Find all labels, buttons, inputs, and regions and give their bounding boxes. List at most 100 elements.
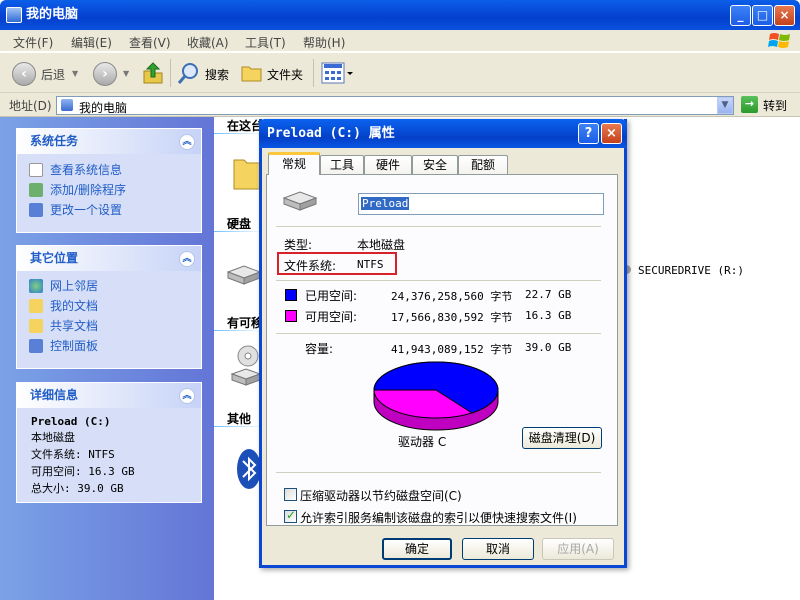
up-folder-icon[interactable]: [142, 61, 164, 85]
cd-drive-icon[interactable]: [230, 344, 262, 390]
back-button-label[interactable]: 后退: [41, 66, 65, 83]
network-places-icon: [29, 279, 43, 293]
details-panel: 详细信息 ︽ Preload (C:) 本地磁盘 文件系统: NTFS 可用空间…: [16, 382, 202, 503]
toolbar-separator: [313, 59, 314, 87]
window-title: 我的电脑: [26, 7, 79, 22]
free-space-swatch: [285, 310, 297, 322]
group-divider: [214, 330, 264, 331]
views-icon[interactable]: [321, 62, 355, 84]
link-add-remove-programs[interactable]: 添加/删除程序: [29, 182, 126, 198]
drive-icon: [282, 191, 318, 211]
menu-file[interactable]: 文件(F): [13, 34, 53, 51]
used-space-bytes: 24,376,258,560 字节: [391, 290, 513, 303]
apply-button[interactable]: 应用(A): [542, 538, 614, 560]
menu-view[interactable]: 查看(V): [129, 34, 171, 51]
group-header-files: 在这台: [227, 119, 264, 133]
control-panel-icon: [29, 339, 43, 353]
group-divider: [214, 133, 264, 134]
details-filesystem: 文件系统: NTFS: [31, 448, 115, 461]
link-network-places[interactable]: 网上邻居: [29, 278, 98, 294]
compress-label[interactable]: 压缩驱动器以节约磁盘空间(C): [300, 487, 462, 504]
windows-logo-icon: [768, 33, 790, 48]
menu-edit[interactable]: 编辑(E): [71, 34, 112, 51]
control-panel-icon: [29, 203, 43, 217]
index-checkbox[interactable]: [284, 508, 297, 523]
filesystem-value: NTFS: [357, 258, 384, 271]
collapse-chevron-icon[interactable]: ︽: [179, 251, 195, 267]
shared-documents-icon: [29, 319, 43, 333]
hard-disk-icon[interactable]: [226, 258, 262, 290]
cancel-button[interactable]: 取消: [462, 538, 534, 560]
ok-button[interactable]: 确定: [382, 538, 452, 560]
details-total-size: 总大小: 39.0 GB: [31, 482, 124, 495]
system-info-icon: [29, 163, 43, 177]
collapse-chevron-icon[interactable]: ︽: [179, 388, 195, 404]
toolbar: ‹ 后退 ▼ › ▼ 搜索 文件夹: [0, 53, 800, 93]
menu-tools[interactable]: 工具(T): [245, 34, 286, 51]
my-documents-icon: [29, 299, 43, 313]
link-shared-documents[interactable]: 共享文档: [29, 318, 98, 334]
separator: [276, 280, 601, 281]
back-icon[interactable]: ‹: [12, 62, 36, 86]
go-arrow-icon[interactable]: →: [741, 96, 758, 113]
shared-folder-icon[interactable]: [232, 152, 262, 192]
capacity-bytes: 41,943,089,152 字节: [391, 343, 513, 356]
forward-dropdown-icon[interactable]: ▼: [123, 69, 129, 78]
maximize-button[interactable]: □: [752, 5, 773, 26]
index-label[interactable]: 允许索引服务编制该磁盘的索引以便快速搜索文件(I): [300, 509, 577, 526]
free-space-label: 可用空间:: [305, 310, 358, 324]
folders-button-label[interactable]: 文件夹: [267, 66, 303, 83]
other-places-panel: 其它位置 ︽ 网上邻居 我的文档 共享文档 控制面板: [16, 245, 202, 369]
address-value: 我的电脑: [79, 101, 128, 115]
other-places-header[interactable]: 其它位置 ︽: [17, 246, 201, 271]
tab-general[interactable]: 常规: [268, 152, 320, 175]
close-button[interactable]: ×: [774, 5, 795, 26]
window-title-bar[interactable]: 我的电脑 _ □ ×: [0, 0, 800, 30]
tab-quota[interactable]: 配额: [458, 155, 508, 174]
minimize-button[interactable]: _: [730, 5, 751, 26]
address-dropdown-icon[interactable]: ▼: [717, 97, 733, 114]
folders-icon[interactable]: [240, 62, 264, 84]
type-value: 本地磁盘: [357, 238, 406, 252]
group-header-other: 其他: [227, 412, 252, 426]
dialog-title[interactable]: Preload (C:) 属性: [259, 119, 627, 148]
address-input[interactable]: 我的电脑: [56, 96, 734, 115]
help-button[interactable]: ?: [578, 123, 599, 144]
securedrive-label[interactable]: SECUREDRIVE (R:): [638, 264, 744, 277]
menu-favorites[interactable]: 收藏(A): [187, 34, 229, 51]
group-header-removable: 有可移: [227, 316, 264, 330]
tab-tools[interactable]: 工具: [320, 155, 364, 174]
used-space-gb: 22.7 GB: [525, 288, 572, 301]
disk-cleanup-button[interactable]: 磁盘清理(D): [522, 427, 602, 449]
used-space-swatch: [285, 289, 297, 301]
compress-checkbox[interactable]: [284, 488, 297, 501]
tab-security[interactable]: 安全: [412, 155, 458, 174]
link-change-setting[interactable]: 更改一个设置: [29, 202, 122, 218]
search-icon[interactable]: [177, 61, 201, 85]
toolbar-separator: [170, 59, 171, 87]
details-header[interactable]: 详细信息 ︽: [17, 383, 201, 408]
used-space-label: 已用空间:: [305, 289, 358, 303]
collapse-chevron-icon[interactable]: ︽: [179, 134, 195, 150]
add-remove-programs-icon: [29, 183, 43, 197]
details-free-space: 可用空间: 16.3 GB: [31, 465, 135, 478]
link-view-system-info[interactable]: 查看系统信息: [29, 162, 122, 178]
search-button-label[interactable]: 搜索: [205, 66, 229, 83]
drive-label: 驱动器 C: [398, 435, 447, 449]
dialog-close-button[interactable]: ×: [601, 123, 622, 144]
system-tasks-header[interactable]: 系统任务 ︽: [17, 129, 201, 154]
free-space-bytes: 17,566,830,592 字节: [391, 311, 513, 324]
tab-hardware[interactable]: 硬件: [364, 155, 412, 174]
back-dropdown-icon[interactable]: ▼: [72, 69, 78, 78]
link-control-panel[interactable]: 控制面板: [29, 338, 98, 354]
volume-label-value: Preload: [361, 197, 410, 210]
forward-icon[interactable]: ›: [93, 62, 117, 86]
my-computer-icon: [6, 7, 22, 23]
capacity-label: 容量:: [305, 342, 334, 356]
separator: [276, 226, 601, 227]
go-button-label[interactable]: 转到: [763, 97, 787, 114]
volume-label-input[interactable]: Preload: [358, 193, 604, 215]
link-my-documents[interactable]: 我的文档: [29, 298, 98, 314]
group-divider: [214, 426, 264, 427]
menu-help[interactable]: 帮助(H): [303, 34, 345, 51]
